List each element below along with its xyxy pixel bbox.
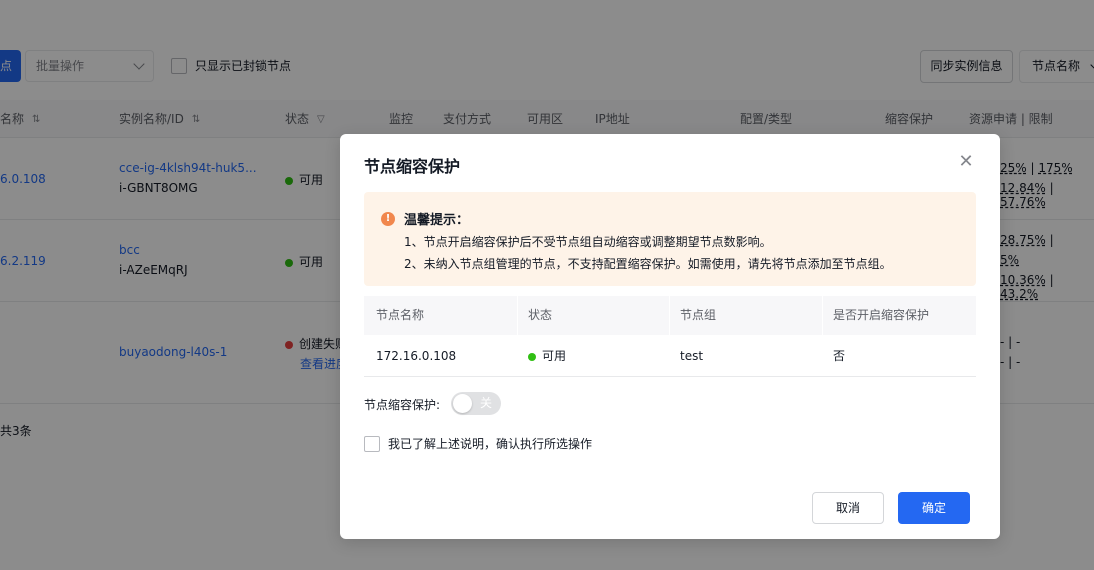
tip-line: 1、节点开启缩容保护后不受节点组自动缩容或调整期望节点数影响。 — [404, 235, 772, 249]
switch-label: 节点缩容保护: — [364, 398, 441, 412]
switch-knob — [453, 394, 472, 413]
protection-switch[interactable]: 关 — [451, 392, 501, 415]
close-icon[interactable]: ✕ — [956, 152, 976, 172]
column-header-protection: 是否开启缩容保护 — [833, 308, 930, 322]
warning-tip: ! 温馨提示： 1、节点开启缩容保护后不受节点组自动缩容或调整期望节点数影响。 … — [364, 192, 976, 286]
column-divider — [517, 296, 518, 335]
status-cell: 可用 — [528, 335, 566, 377]
column-header-status: 状态 — [528, 308, 553, 322]
column-divider — [822, 296, 823, 335]
protection-value: 否 — [833, 349, 846, 363]
switch-state-text: 关 — [480, 396, 493, 410]
status-text: 可用 — [542, 349, 567, 363]
status-dot — [528, 352, 536, 361]
node-name: 172.16.0.108 — [376, 349, 457, 363]
warning-icon: ! — [381, 212, 395, 226]
ok-button[interactable]: 确定 — [898, 492, 970, 524]
node-group-link[interactable]: test — [680, 335, 703, 377]
tip-line: 2、未纳入节点组管理的节点，不支持配置缩容保护。如需使用，请先将节点添加至节点组… — [404, 257, 892, 271]
cancel-button[interactable]: 取消 — [812, 492, 884, 524]
tip-title: 温馨提示： — [404, 213, 470, 228]
scale-in-protection-dialog: 节点缩容保护 ✕ ! 温馨提示： 1、节点开启缩容保护后不受节点组自动缩容或调整… — [340, 134, 1000, 539]
table-row: 172.16.0.108 可用 test 否 — [364, 335, 976, 377]
confirm-checkbox[interactable] — [364, 436, 380, 452]
column-divider — [669, 296, 670, 335]
node-table-header: 节点名称 状态 节点组 是否开启缩容保护 — [364, 296, 976, 335]
dialog-title: 节点缩容保护 — [364, 157, 461, 176]
confirm-label: 我已了解上述说明，确认执行所选操作 — [388, 437, 593, 451]
column-header-node-name: 节点名称 — [376, 308, 425, 322]
column-header-node-group: 节点组 — [680, 308, 717, 322]
